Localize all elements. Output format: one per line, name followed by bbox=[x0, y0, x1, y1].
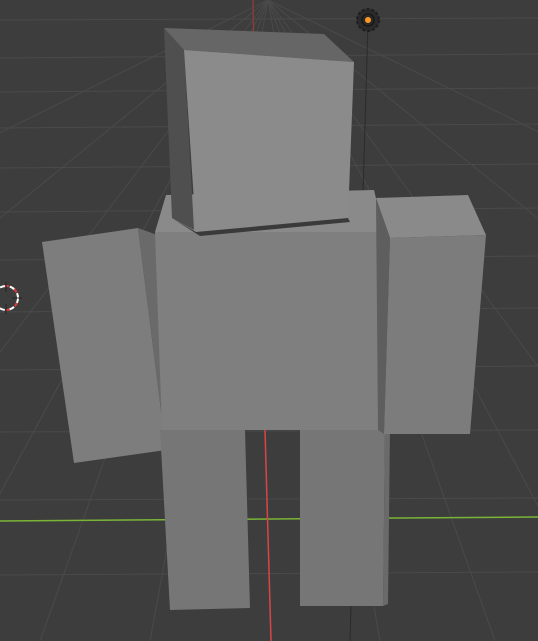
y-axis-line bbox=[0, 516, 538, 522]
3d-viewport[interactable] bbox=[0, 0, 538, 641]
3d-cursor-icon[interactable] bbox=[0, 282, 22, 314]
light-icon[interactable] bbox=[356, 8, 380, 32]
left-leg[interactable] bbox=[300, 430, 390, 606]
head[interactable] bbox=[164, 28, 354, 236]
x-axis-line-lower bbox=[264, 429, 272, 641]
right-leg[interactable] bbox=[160, 430, 250, 610]
right-arm[interactable] bbox=[42, 228, 168, 463]
left-arm[interactable] bbox=[376, 195, 486, 434]
viewport-canvas[interactable] bbox=[0, 0, 538, 641]
